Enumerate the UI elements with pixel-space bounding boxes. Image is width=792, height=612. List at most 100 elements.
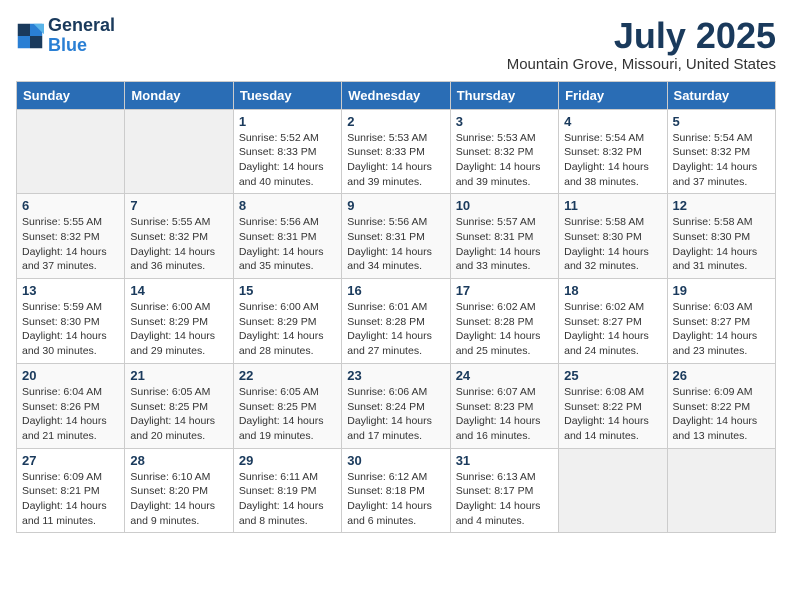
day-number: 4 (564, 114, 661, 129)
day-info: Sunrise: 6:02 AMSunset: 8:28 PMDaylight:… (456, 300, 553, 359)
day-info: Sunrise: 5:53 AMSunset: 8:33 PMDaylight:… (347, 131, 444, 190)
day-number: 9 (347, 198, 444, 213)
day-header-friday: Friday (559, 81, 667, 109)
day-number: 12 (673, 198, 770, 213)
calendar-cell (17, 109, 125, 194)
calendar-cell: 22 Sunrise: 6:05 AMSunset: 8:25 PMDayligh… (233, 363, 341, 448)
day-number: 29 (239, 453, 336, 468)
day-number: 10 (456, 198, 553, 213)
calendar-cell (559, 448, 667, 533)
day-number: 19 (673, 283, 770, 298)
day-info: Sunrise: 5:55 AMSunset: 8:32 PMDaylight:… (22, 215, 119, 274)
month-title: July 2025 (507, 16, 776, 56)
calendar-cell: 6 Sunrise: 5:55 AMSunset: 8:32 PMDaylight… (17, 194, 125, 279)
week-row-5: 27 Sunrise: 6:09 AMSunset: 8:21 PMDayligh… (17, 448, 776, 533)
day-header-thursday: Thursday (450, 81, 558, 109)
day-number: 20 (22, 368, 119, 383)
day-info: Sunrise: 6:08 AMSunset: 8:22 PMDaylight:… (564, 385, 661, 444)
location-title: Mountain Grove, Missouri, United States (507, 56, 776, 73)
calendar-cell: 2 Sunrise: 5:53 AMSunset: 8:33 PMDaylight… (342, 109, 450, 194)
day-number: 30 (347, 453, 444, 468)
day-info: Sunrise: 6:00 AMSunset: 8:29 PMDaylight:… (130, 300, 227, 359)
day-info: Sunrise: 6:13 AMSunset: 8:17 PMDaylight:… (456, 470, 553, 529)
day-number: 14 (130, 283, 227, 298)
day-info: Sunrise: 6:09 AMSunset: 8:21 PMDaylight:… (22, 470, 119, 529)
title-area: July 2025 Mountain Grove, Missouri, Unit… (507, 16, 776, 73)
week-row-1: 1 Sunrise: 5:52 AMSunset: 8:33 PMDaylight… (17, 109, 776, 194)
day-info: Sunrise: 6:00 AMSunset: 8:29 PMDaylight:… (239, 300, 336, 359)
header-row: SundayMondayTuesdayWednesdayThursdayFrid… (17, 81, 776, 109)
day-info: Sunrise: 6:05 AMSunset: 8:25 PMDaylight:… (239, 385, 336, 444)
day-number: 31 (456, 453, 553, 468)
calendar-cell: 9 Sunrise: 5:56 AMSunset: 8:31 PMDaylight… (342, 194, 450, 279)
day-info: Sunrise: 5:59 AMSunset: 8:30 PMDaylight:… (22, 300, 119, 359)
week-row-2: 6 Sunrise: 5:55 AMSunset: 8:32 PMDaylight… (17, 194, 776, 279)
calendar-cell: 3Sunrise: 5:53 AMSunset: 8:32 PMDaylight… (450, 109, 558, 194)
day-info: Sunrise: 6:10 AMSunset: 8:20 PMDaylight:… (130, 470, 227, 529)
calendar-cell: 23 Sunrise: 6:06 AMSunset: 8:24 PMDayligh… (342, 363, 450, 448)
day-number: 13 (22, 283, 119, 298)
day-info: Sunrise: 6:01 AMSunset: 8:28 PMDaylight:… (347, 300, 444, 359)
day-number: 27 (22, 453, 119, 468)
calendar-cell: 8Sunrise: 5:56 AMSunset: 8:31 PMDaylight… (233, 194, 341, 279)
day-header-sunday: Sunday (17, 81, 125, 109)
day-info: Sunrise: 6:03 AMSunset: 8:27 PMDaylight:… (673, 300, 770, 359)
calendar-cell: 19 Sunrise: 6:03 AMSunset: 8:27 PMDayligh… (667, 279, 775, 364)
calendar-cell: 15 Sunrise: 6:00 AMSunset: 8:29 PMDayligh… (233, 279, 341, 364)
calendar-cell: 7Sunrise: 5:55 AMSunset: 8:32 PMDaylight… (125, 194, 233, 279)
day-number: 23 (347, 368, 444, 383)
logo-line2: Blue (48, 36, 115, 56)
day-number: 28 (130, 453, 227, 468)
day-info: Sunrise: 5:54 AMSunset: 8:32 PMDaylight:… (564, 131, 661, 190)
day-info: Sunrise: 5:57 AMSunset: 8:31 PMDaylight:… (456, 215, 553, 274)
day-info: Sunrise: 6:02 AMSunset: 8:27 PMDaylight:… (564, 300, 661, 359)
day-number: 18 (564, 283, 661, 298)
day-number: 3 (456, 114, 553, 129)
day-info: Sunrise: 5:58 AMSunset: 8:30 PMDaylight:… (673, 215, 770, 274)
day-info: Sunrise: 6:12 AMSunset: 8:18 PMDaylight:… (347, 470, 444, 529)
calendar-table: SundayMondayTuesdayWednesdayThursdayFrid… (16, 81, 776, 534)
logo-icon (16, 22, 44, 50)
day-info: Sunrise: 6:05 AMSunset: 8:25 PMDaylight:… (130, 385, 227, 444)
calendar-cell: 11 Sunrise: 5:58 AMSunset: 8:30 PMDayligh… (559, 194, 667, 279)
calendar-cell: 27 Sunrise: 6:09 AMSunset: 8:21 PMDayligh… (17, 448, 125, 533)
day-info: Sunrise: 6:09 AMSunset: 8:22 PMDaylight:… (673, 385, 770, 444)
calendar-cell: 5Sunrise: 5:54 AMSunset: 8:32 PMDaylight… (667, 109, 775, 194)
day-info: Sunrise: 5:52 AMSunset: 8:33 PMDaylight:… (239, 131, 336, 190)
day-info: Sunrise: 5:58 AMSunset: 8:30 PMDaylight:… (564, 215, 661, 274)
day-info: Sunrise: 6:11 AMSunset: 8:19 PMDaylight:… (239, 470, 336, 529)
day-number: 7 (130, 198, 227, 213)
calendar-cell: 14 Sunrise: 6:00 AMSunset: 8:29 PMDayligh… (125, 279, 233, 364)
day-number: 15 (239, 283, 336, 298)
day-number: 22 (239, 368, 336, 383)
logo-line1: General (48, 16, 115, 36)
week-row-3: 13 Sunrise: 5:59 AMSunset: 8:30 PMDayligh… (17, 279, 776, 364)
day-header-tuesday: Tuesday (233, 81, 341, 109)
calendar-cell: 13 Sunrise: 5:59 AMSunset: 8:30 PMDayligh… (17, 279, 125, 364)
calendar-cell: 28 Sunrise: 6:10 AMSunset: 8:20 PMDayligh… (125, 448, 233, 533)
calendar-cell: 26Sunrise: 6:09 AMSunset: 8:22 PMDayligh… (667, 363, 775, 448)
day-info: Sunrise: 6:06 AMSunset: 8:24 PMDaylight:… (347, 385, 444, 444)
day-header-wednesday: Wednesday (342, 81, 450, 109)
calendar-cell: 29 Sunrise: 6:11 AMSunset: 8:19 PMDayligh… (233, 448, 341, 533)
calendar-cell: 18 Sunrise: 6:02 AMSunset: 8:27 PMDayligh… (559, 279, 667, 364)
day-number: 11 (564, 198, 661, 213)
week-row-4: 20Sunrise: 6:04 AMSunset: 8:26 PMDayligh… (17, 363, 776, 448)
day-number: 16 (347, 283, 444, 298)
day-info: Sunrise: 5:54 AMSunset: 8:32 PMDaylight:… (673, 131, 770, 190)
calendar-cell: 21Sunrise: 6:05 AMSunset: 8:25 PMDayligh… (125, 363, 233, 448)
calendar-cell: 1 Sunrise: 5:52 AMSunset: 8:33 PMDaylight… (233, 109, 341, 194)
calendar-cell (125, 109, 233, 194)
calendar-cell: 24 Sunrise: 6:07 AMSunset: 8:23 PMDayligh… (450, 363, 558, 448)
day-number: 6 (22, 198, 119, 213)
calendar-cell: 10 Sunrise: 5:57 AMSunset: 8:31 PMDayligh… (450, 194, 558, 279)
day-info: Sunrise: 5:56 AMSunset: 8:31 PMDaylight:… (239, 215, 336, 274)
calendar-cell: 30 Sunrise: 6:12 AMSunset: 8:18 PMDayligh… (342, 448, 450, 533)
day-number: 2 (347, 114, 444, 129)
day-info: Sunrise: 5:56 AMSunset: 8:31 PMDaylight:… (347, 215, 444, 274)
day-number: 24 (456, 368, 553, 383)
day-info: Sunrise: 6:07 AMSunset: 8:23 PMDaylight:… (456, 385, 553, 444)
day-header-saturday: Saturday (667, 81, 775, 109)
day-number: 1 (239, 114, 336, 129)
calendar-cell: 4 Sunrise: 5:54 AMSunset: 8:32 PMDaylight… (559, 109, 667, 194)
